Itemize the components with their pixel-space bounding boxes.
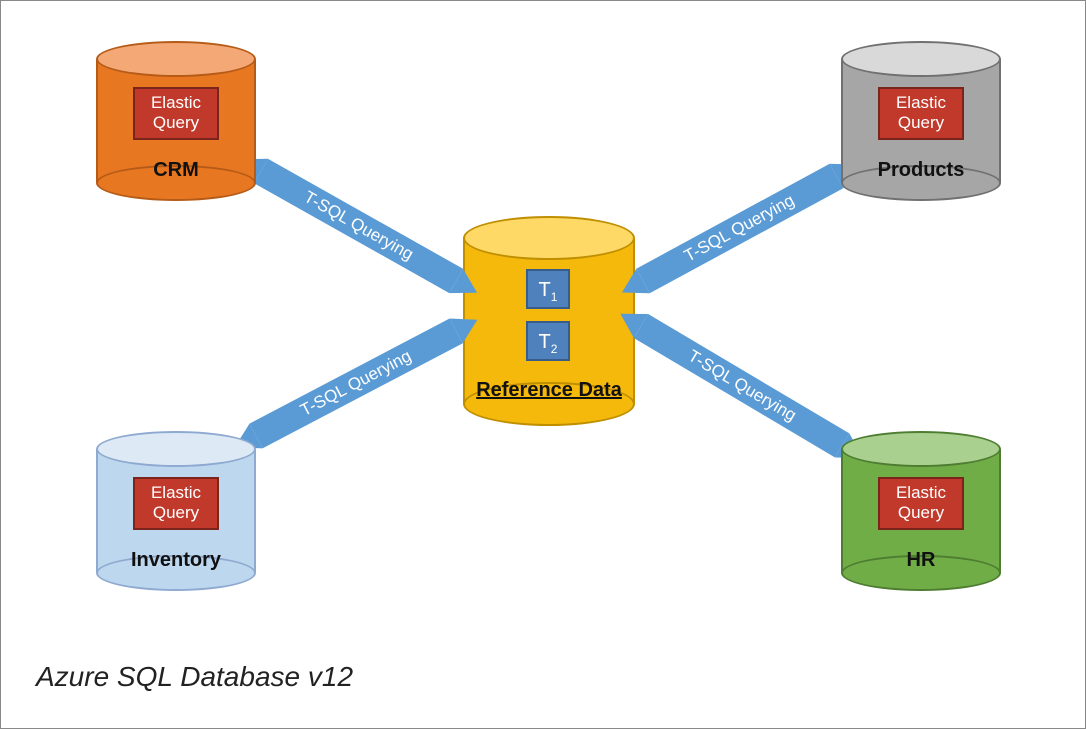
badge-crm: Elastic Query	[133, 87, 219, 140]
badge-products: Elastic Query	[878, 87, 964, 140]
label-hr: HR	[841, 549, 1001, 572]
svg-text:T-SQL Querying: T-SQL Querying	[685, 346, 800, 425]
label-crm: CRM	[96, 159, 256, 182]
diagram-frame: T1 T2 Reference Data T-SQL Querying T-SQ…	[0, 0, 1086, 729]
badge-inventory: Elastic Query	[133, 477, 219, 530]
label-inventory: Inventory	[96, 549, 256, 572]
diagram-caption: Azure SQL Database v12	[36, 661, 353, 693]
badge-hr: Elastic Query	[878, 477, 964, 530]
label-products: Products	[841, 159, 1001, 182]
arrow-label-se: T-SQL Querying	[685, 346, 800, 425]
